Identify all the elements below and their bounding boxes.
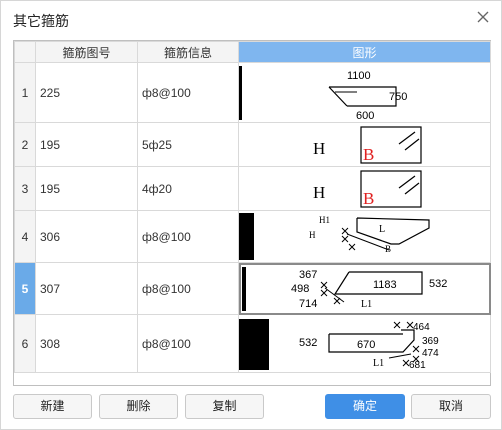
cell-shape[interactable]: 532 670 464 369 474 681 L1 bbox=[238, 314, 491, 373]
cell-shape[interactable]: H B bbox=[238, 166, 491, 211]
row-number[interactable]: 4 bbox=[14, 210, 36, 263]
cell-info[interactable]: ф8@100 bbox=[137, 262, 239, 315]
cell-info[interactable]: 5ф25 bbox=[137, 122, 239, 167]
dim-label: 369 bbox=[422, 336, 439, 347]
dim-label: B bbox=[385, 244, 391, 254]
stirrup-shape-drawing: 532 670 464 369 474 681 L1 bbox=[239, 318, 439, 371]
cell-info[interactable]: 4ф20 bbox=[137, 166, 239, 211]
table-row[interactable]: 3 195 4ф20 H B bbox=[14, 166, 491, 211]
dim-label: 532 bbox=[429, 278, 447, 290]
cell-code[interactable]: 195 bbox=[35, 166, 138, 211]
row-number[interactable]: 2 bbox=[14, 122, 36, 167]
dim-label: L bbox=[379, 224, 385, 235]
dim-label: L1 bbox=[361, 299, 372, 310]
stirrup-shape-drawing: H1 H L B bbox=[239, 212, 430, 260]
cell-shape[interactable]: 367 498 714 1183 532 L1 bbox=[238, 262, 491, 315]
dim-label: 498 bbox=[291, 283, 309, 295]
table-row-selected[interactable]: 5 307 ф8@100 367 498 714 1183 532 L1 bbox=[14, 262, 491, 315]
cell-shape[interactable]: H B bbox=[238, 122, 491, 167]
black-bar bbox=[239, 318, 269, 370]
dim-label: B bbox=[363, 145, 374, 164]
dim-label: L1 bbox=[373, 358, 384, 369]
cell-info[interactable]: ф8@100 bbox=[137, 62, 239, 123]
header-row: 箍筋图号 箍筋信息 图形 bbox=[14, 41, 491, 63]
dim-label: 750 bbox=[389, 91, 407, 103]
stirrup-shape-drawing: 367 498 714 1183 532 L1 bbox=[242, 266, 447, 311]
dim-label: 600 bbox=[356, 110, 374, 122]
row-number-header bbox=[14, 41, 36, 63]
dim-label: H1 bbox=[319, 215, 330, 225]
column-header-shape[interactable]: 图形 bbox=[238, 41, 491, 63]
dim-label: B bbox=[363, 189, 374, 208]
dim-label: 367 bbox=[299, 269, 317, 281]
new-button[interactable]: 新建 bbox=[13, 394, 92, 419]
column-header-code[interactable]: 箍筋图号 bbox=[35, 41, 138, 63]
dim-label: H bbox=[313, 183, 325, 202]
copy-button[interactable]: 复制 bbox=[185, 394, 264, 419]
cell-info[interactable]: ф8@100 bbox=[137, 210, 239, 263]
cell-code[interactable]: 195 bbox=[35, 122, 138, 167]
delete-button[interactable]: 删除 bbox=[99, 394, 178, 419]
dim-label: H bbox=[313, 139, 325, 158]
stirrup-shape-drawing: H B bbox=[313, 125, 422, 164]
column-header-info[interactable]: 箍筋信息 bbox=[137, 41, 239, 63]
cell-code[interactable]: 225 bbox=[35, 62, 138, 123]
dim-label: 670 bbox=[357, 339, 375, 351]
stirrup-shape-drawing: H B bbox=[313, 169, 422, 208]
black-bar bbox=[242, 266, 246, 311]
row-number[interactable]: 1 bbox=[14, 62, 36, 123]
stirrup-table: 箍筋图号 箍筋信息 图形 1 225 ф8@100 1100 750 600 2… bbox=[13, 40, 491, 386]
dim-label: 1183 bbox=[373, 279, 397, 291]
table-row[interactable]: 1 225 ф8@100 1100 750 600 bbox=[14, 62, 491, 123]
cell-code[interactable]: 307 bbox=[35, 262, 138, 315]
dim-label: 681 bbox=[409, 360, 426, 371]
other-stirrups-dialog: 其它箍筋 箍筋图号 箍筋信息 图形 1 225 ф8@100 1100 750 … bbox=[0, 0, 502, 430]
row-number[interactable]: 5 bbox=[14, 262, 36, 315]
cell-info[interactable]: ф8@100 bbox=[137, 314, 239, 373]
dialog-title: 其它箍筋 bbox=[13, 13, 69, 29]
close-icon[interactable] bbox=[475, 9, 491, 25]
black-bar bbox=[239, 65, 242, 120]
dim-label: H bbox=[309, 230, 316, 240]
dim-label: 532 bbox=[299, 337, 317, 349]
row-number[interactable]: 6 bbox=[14, 314, 36, 373]
cancel-button[interactable]: 取消 bbox=[411, 394, 491, 419]
table-row[interactable]: 4 306 ф8@100 H1 H L B bbox=[14, 210, 491, 263]
cell-shape[interactable]: 1100 750 600 bbox=[238, 62, 491, 123]
table-row[interactable]: 6 308 ф8@100 532 670 464 369 474 681 L1 bbox=[14, 314, 491, 373]
title-bar: 其它箍筋 bbox=[1, 1, 501, 35]
table-row[interactable]: 2 195 5ф25 H B bbox=[14, 122, 491, 167]
stirrup-shape-drawing: 1100 750 600 bbox=[239, 65, 407, 122]
cell-code[interactable]: 306 bbox=[35, 210, 138, 263]
dim-label: 1100 bbox=[347, 70, 371, 82]
cell-shape[interactable]: H1 H L B bbox=[238, 210, 491, 263]
dim-label: 474 bbox=[422, 348, 439, 359]
cell-code[interactable]: 308 bbox=[35, 314, 138, 373]
black-bar bbox=[239, 212, 254, 260]
dim-label: 714 bbox=[299, 298, 317, 310]
row-number[interactable]: 3 bbox=[14, 166, 36, 211]
dim-label: 464 bbox=[413, 322, 430, 333]
ok-button[interactable]: 确定 bbox=[325, 394, 405, 419]
